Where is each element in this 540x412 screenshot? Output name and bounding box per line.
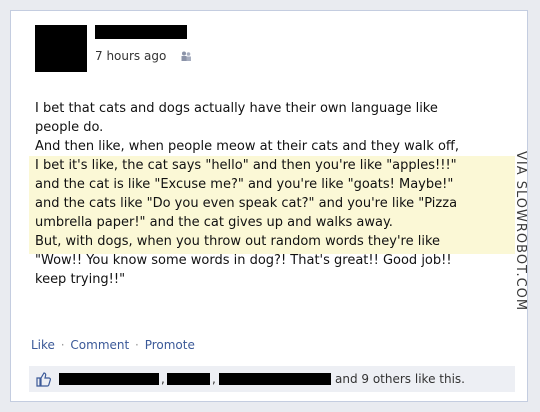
post-line: and the cats like "Do you even speak cat… — [35, 196, 458, 211]
liker-comma: , — [161, 372, 165, 386]
post-line: And then like, when people meow at their… — [35, 139, 459, 154]
post-timestamp[interactable]: 7 hours ago — [95, 49, 166, 63]
post-meta: 7 hours ago — [95, 49, 192, 63]
post-actions: Like · Comment · Promote — [31, 338, 195, 352]
thumbs-up-icon — [36, 372, 51, 387]
promote-link[interactable]: Promote — [145, 338, 195, 352]
post-line: umbrella paper!" and the cat gives up an… — [35, 215, 393, 230]
post-line: keep trying!!" — [35, 272, 126, 287]
post-line: But, with dogs, when you throw out rando… — [35, 234, 441, 249]
post-line: I bet it's like, the cat says "hello" an… — [35, 158, 457, 173]
post-body: I bet that cats and dogs actually have t… — [35, 99, 515, 289]
likes-summary-bar: , , and 9 others like this. — [29, 366, 515, 392]
liker-name-redacted[interactable] — [219, 373, 331, 385]
friends-icon — [181, 51, 192, 61]
liker-name-redacted[interactable] — [59, 373, 159, 385]
facebook-post-card: 7 hours ago I bet that cats and dogs act… — [10, 10, 528, 402]
watermark: VIA SLOWROBOT.COM — [513, 151, 528, 312]
like-link[interactable]: Like — [31, 338, 55, 352]
author-name-redacted[interactable] — [95, 25, 187, 39]
post-line: and the cat is like "Excuse me?" and you… — [35, 177, 454, 192]
post-line: "Wow!! You know some words in dog?! That… — [35, 253, 452, 268]
liker-name-redacted[interactable] — [167, 373, 210, 385]
post-line: people do. — [35, 120, 104, 135]
comment-link[interactable]: Comment — [70, 338, 129, 352]
likes-others-text[interactable]: and 9 others like this. — [335, 372, 465, 386]
liker-comma: , — [212, 372, 216, 386]
avatar-redacted[interactable] — [35, 25, 87, 72]
action-separator: · — [135, 338, 139, 352]
action-separator: · — [60, 338, 65, 352]
post-line: I bet that cats and dogs actually have t… — [35, 101, 438, 116]
